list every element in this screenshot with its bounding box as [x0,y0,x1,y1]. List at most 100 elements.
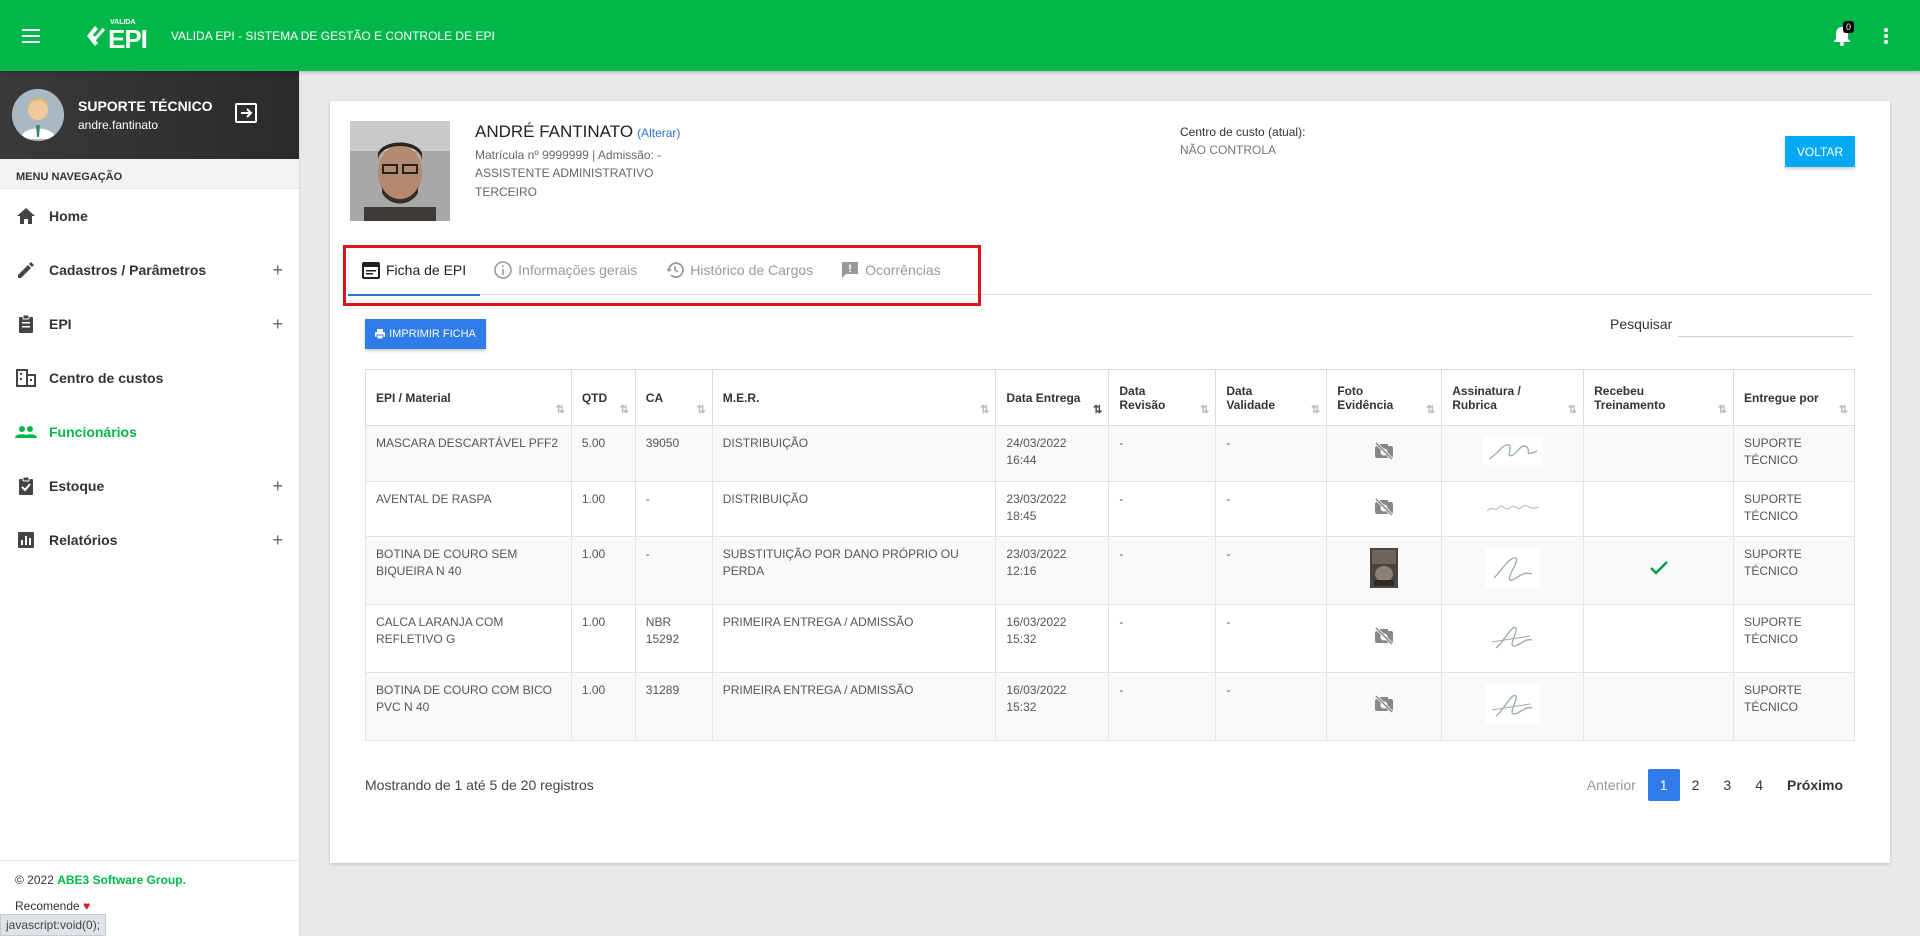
pagination-page[interactable]: 3 [1711,769,1743,801]
tab-ficha-de-epi[interactable]: Ficha de EPI [348,245,481,296]
sidebar-item-relatorios[interactable]: Relatórios + [0,513,299,567]
cell-ca: - [634,536,713,605]
heart-icon: ♥ [83,899,91,913]
history-icon [665,261,685,279]
cell-delivered-by: SUPORTE TÉCNICO [1733,536,1855,605]
tab-bar: Ficha de EPI Informações gerais Históric… [348,245,1872,296]
sidebar-item-funcionarios[interactable]: Funcionários [0,405,299,459]
user-name: SUPORTE TÉCNICO [78,98,213,114]
expand-plus-icon[interactable]: + [272,314,283,335]
cell-material: BOTINA DE COURO COM BICO PVC N 40 [365,672,572,741]
column-header[interactable]: M.E.R. ⇅ [711,369,997,426]
column-header[interactable]: Data Entrega ⇅ [995,369,1110,426]
sidebar-item-epi[interactable]: EPI + [0,297,299,351]
employee-card: ANDRÉ FANTINATO (Alterar) Matrícula nº 99… [330,101,1890,863]
user-login: andre.fantinato [78,118,159,132]
pagination-previous[interactable]: Anterior [1575,769,1648,801]
column-header[interactable]: Data Revisão ⇅ [1108,369,1217,426]
cell-training [1583,604,1735,673]
cell-signature [1441,425,1585,482]
column-header[interactable]: EPI / Material ⇅ [365,369,572,426]
pagination-page[interactable]: 2 [1680,769,1712,801]
alter-photo-link[interactable]: (Alterar) [637,126,680,140]
print-sheet-button[interactable]: IMPRIMIR FICHA [365,319,486,349]
tab-ocorrencias[interactable]: Ocorrências [827,245,954,295]
expand-plus-icon[interactable]: + [272,476,283,497]
signature-image[interactable] [1485,684,1540,727]
cell-qtd: 1.00 [570,481,636,537]
cell-material: BOTINA DE COURO SEM BIQUEIRA N 40 [365,536,572,605]
column-header[interactable]: Recebeu Treinamento ⇅ [1583,369,1735,426]
search-input[interactable] [1678,309,1853,337]
cell-photo [1326,672,1443,741]
feedback-icon [841,261,859,279]
sort-icon: ⇅ [696,404,706,416]
more-vert-icon[interactable] [1866,16,1906,56]
column-header[interactable]: CA ⇅ [634,369,713,426]
cell-ca: - [634,481,713,537]
cell-delivery-date: 23/03/2022 12:16 [995,536,1110,605]
no-photo-icon[interactable] [1374,497,1394,519]
sidebar-item-label: Relatórios [49,532,118,548]
pagination-page[interactable]: 4 [1743,769,1775,801]
notification-count-badge: 0 [1842,20,1854,33]
no-photo-icon[interactable] [1374,694,1394,716]
cell-training [1583,672,1735,741]
column-header[interactable]: Foto Evidência ⇅ [1326,369,1443,426]
column-header[interactable]: Data Validade ⇅ [1215,369,1328,426]
clipboard-check-icon [14,474,38,498]
tab-historico-de-cargos[interactable]: Histórico de Cargos [651,245,827,295]
logout-icon[interactable] [234,102,259,128]
column-header[interactable]: QTD ⇅ [570,369,636,426]
sidebar-item-home[interactable]: Home [0,189,299,243]
sidebar-item-centro-de-custos[interactable]: Centro de custos [0,351,299,405]
cost-center-label: Centro de custo (atual): [1180,125,1306,139]
tab-label: Ocorrências [865,262,941,278]
sidebar-item-label: Home [49,208,88,224]
checkmark-icon [1649,561,1668,578]
pagination-page[interactable]: 1 [1647,769,1680,801]
column-header[interactable]: Entregue por ⇅ [1733,369,1855,426]
sidebar-item-estoque[interactable]: Estoque + [0,459,299,513]
cell-mer: PRIMEIRA ENTREGA / ADMISSÃO [711,604,997,673]
sort-icon: ⇅ [980,404,990,416]
cell-ca: 39050 [634,425,713,482]
cell-review-date: - [1108,536,1217,605]
cell-delivery-date: 24/03/2022 16:44 [995,425,1110,482]
notifications-button[interactable]: 0 [1822,16,1862,56]
tab-informacoes-gerais[interactable]: Informações gerais [480,245,651,295]
cell-material: MASCARA DESCARTÁVEL PFF2 [365,425,572,482]
cell-ca: 31289 [634,672,713,741]
signature-image[interactable] [1482,492,1543,524]
signature-image[interactable] [1485,548,1540,591]
app-title: VALIDA EPI - SISTEMA DE GESTÃO E CONTROL… [170,28,495,43]
sidebar-item-cadastros[interactable]: Cadastros / Parâmetros + [0,243,299,297]
no-photo-icon[interactable] [1374,626,1394,648]
cell-delivery-date: 16/03/2022 15:32 [995,604,1110,673]
cell-validity-date: - [1215,604,1328,673]
footer-recommend[interactable]: Recomende [15,899,80,913]
signature-image[interactable] [1485,616,1540,659]
footer-brand-link[interactable]: ABE3 Software Group. [57,873,186,887]
employee-name: ANDRÉ FANTINATO [475,122,634,141]
cell-qtd: 1.00 [570,536,636,605]
sort-icon: ⇅ [1567,404,1578,416]
back-button[interactable]: VOLTAR [1785,136,1855,167]
expand-plus-icon[interactable]: + [272,530,283,551]
column-header[interactable]: Assinatura / Rubrica ⇅ [1441,369,1585,426]
hamburger-menu-icon[interactable] [0,0,64,71]
home-icon [14,204,38,228]
cell-signature [1441,672,1585,741]
photo-thumbnail[interactable] [1370,548,1399,591]
avatar [12,89,64,141]
no-photo-icon[interactable] [1374,441,1394,463]
cost-center-value: NÃO CONTROLA [1180,143,1277,157]
expand-plus-icon[interactable]: + [272,260,283,281]
signature-image[interactable] [1482,437,1543,468]
cell-photo [1326,425,1443,482]
sort-icon: ⇅ [1717,404,1728,416]
pagination-next[interactable]: Próximo [1775,769,1855,801]
cell-signature [1441,604,1585,673]
sidebar-item-label: Centro de custos [49,370,164,386]
epi-table: EPI / Material ⇅ QTD ⇅ CA ⇅ M.E.R. ⇅ Data En… [365,369,1855,741]
